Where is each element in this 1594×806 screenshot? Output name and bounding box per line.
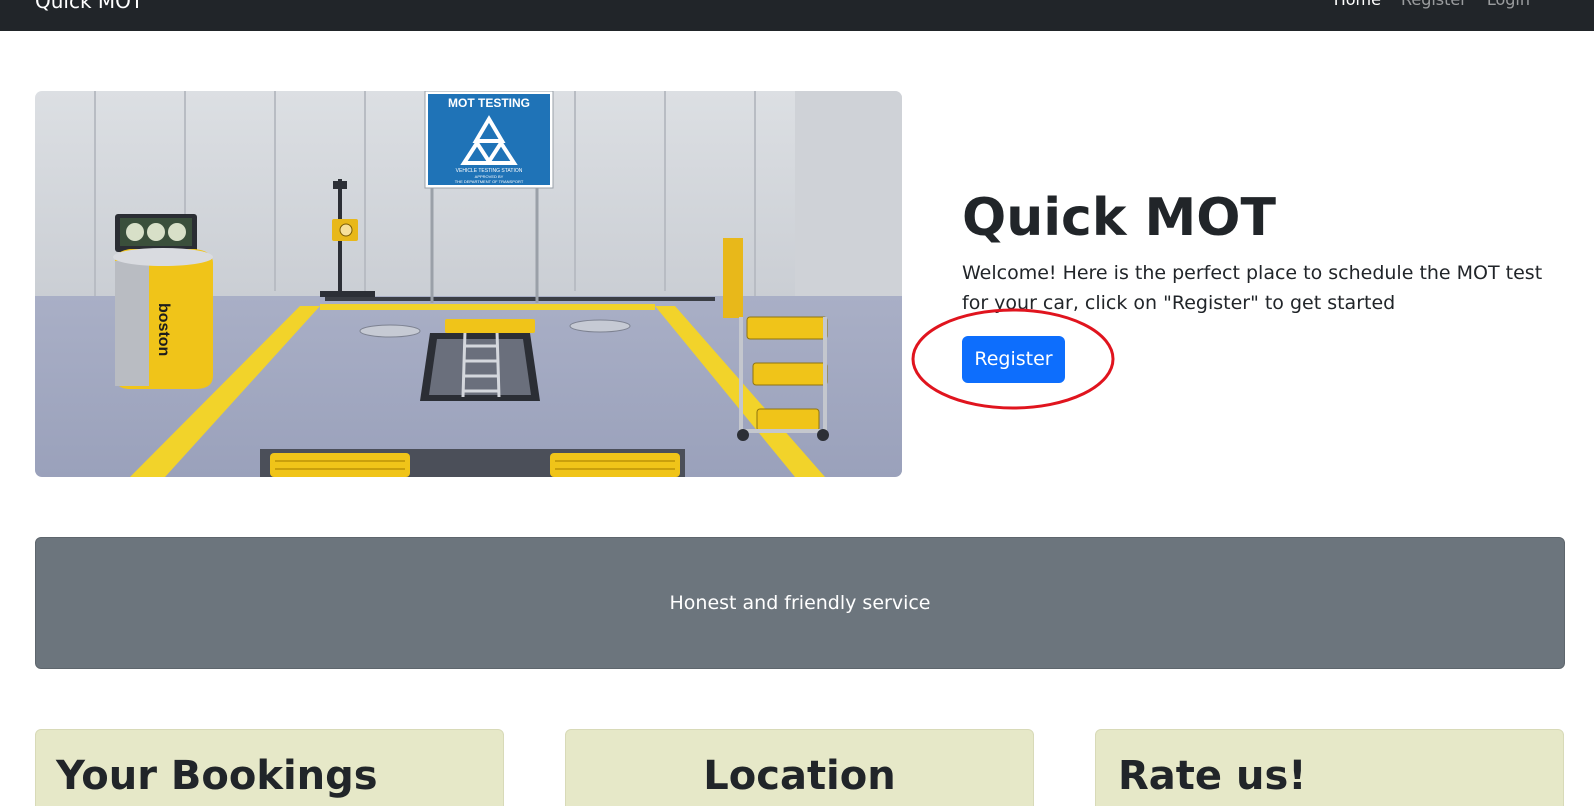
register-button[interactable]: Register	[962, 336, 1065, 383]
nav-link-home[interactable]: Home	[1334, 0, 1381, 12]
mot-sign-department: THE DEPARTMENT OF TRANSPORT	[455, 179, 524, 184]
card-location[interactable]: Location	[565, 729, 1034, 806]
service-banner: Honest and friendly service	[35, 537, 1565, 669]
top-navbar: Quick MOT Home Register Login	[0, 0, 1594, 31]
banner-text: Honest and friendly service	[669, 592, 931, 614]
card-rate-us[interactable]: Rate us!	[1095, 729, 1564, 806]
mot-sign-title: MOT TESTING	[448, 96, 530, 110]
card-your-bookings[interactable]: Your Bookings	[35, 729, 504, 806]
hero-lead-text: Welcome! Here is the perfect place to sc…	[962, 262, 1543, 314]
card-title-your-bookings: Your Bookings	[56, 753, 378, 799]
hero-title: Quick MOT	[962, 188, 1276, 248]
nav-links: Home Register Login	[1334, 0, 1530, 12]
card-title-location: Location	[703, 753, 896, 799]
hero-image: MOT TESTING VEHICLE TESTING STATION APPR…	[35, 91, 902, 477]
machine-brand: boston	[155, 303, 172, 356]
navbar-brand[interactable]: Quick MOT	[35, 0, 143, 14]
nav-link-register[interactable]: Register	[1401, 0, 1467, 12]
nav-link-login[interactable]: Login	[1487, 0, 1530, 12]
card-title-rate-us: Rate us!	[1118, 753, 1307, 799]
